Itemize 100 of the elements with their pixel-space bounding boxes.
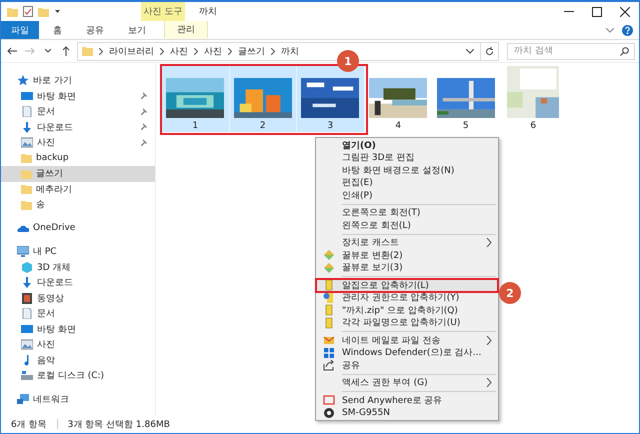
- menu-item[interactable]: 그림판 3D로 편집: [316, 152, 498, 164]
- sidebar-item[interactable]: 메추라기: [1, 182, 155, 197]
- menu-item[interactable]: 네이트 메일로 파일 전송: [316, 334, 498, 346]
- window-title: 까치: [198, 6, 218, 19]
- chevron-right-icon: [228, 48, 232, 54]
- menu-item[interactable]: 관리자 권한으로 압축하기(Y): [316, 292, 498, 304]
- sidebar-item[interactable]: 다운로드: [1, 275, 155, 290]
- pin-icon[interactable]: [139, 108, 147, 116]
- cube-icon: [21, 262, 33, 273]
- download-icon: [21, 277, 33, 288]
- sidebar-item[interactable]: 다운로드: [1, 120, 155, 135]
- menu-item[interactable]: 인쇄(P): [316, 189, 498, 202]
- pin-icon[interactable]: [139, 123, 147, 132]
- menu-item[interactable]: 왼쪽으로 회전(L): [316, 219, 498, 232]
- file-name: 6: [530, 121, 536, 131]
- menu-item[interactable]: 열기(O): [316, 139, 498, 152]
- breadcrumb[interactable]: 라이브러리: [109, 44, 154, 58]
- zip-file-icon: [323, 316, 335, 329]
- sidebar-item[interactable]: 사진: [1, 337, 155, 352]
- sidebar-item[interactable]: 로컬 디스크 (C:): [1, 368, 155, 384]
- breadcrumb[interactable]: 글쓰기: [238, 44, 265, 58]
- folder-icon: [21, 168, 32, 179]
- help-icon[interactable]: [622, 24, 633, 36]
- file-thumbnail[interactable]: 3: [297, 64, 364, 132]
- file-thumbnail[interactable]: 6: [500, 64, 567, 132]
- item-count: 6개 항목: [11, 418, 47, 430]
- menu-item[interactable]: Windows Defender(으)로 검사...: [316, 346, 498, 359]
- sidebar-item[interactable]: backup: [1, 150, 155, 166]
- film-icon: [21, 292, 33, 304]
- chevron-right-icon: [160, 48, 164, 54]
- menu-item[interactable]: 바탕 화면 배경으로 설정(N): [316, 164, 498, 176]
- folder-icon: [21, 184, 32, 194]
- menu-item[interactable]: Send Anywhere로 공유: [316, 394, 498, 406]
- envelope-icon: [323, 334, 335, 346]
- breadcrumb[interactable]: 사진: [204, 44, 222, 58]
- chevron-right-icon: [271, 48, 275, 54]
- sidebar-item[interactable]: 바로 가기: [1, 73, 155, 88]
- sidebar-item[interactable]: 동영상: [1, 290, 155, 306]
- checklist-icon[interactable]: [23, 6, 33, 17]
- file-thumbnail[interactable]: 1: [162, 64, 230, 132]
- menu-item[interactable]: 각각 파일명으로 압축하기(U): [316, 316, 498, 329]
- breadcrumb[interactable]: 사진: [170, 44, 188, 58]
- sidebar-item[interactable]: 바탕 화면: [1, 322, 155, 337]
- folder-icon: [38, 6, 49, 16]
- chevron-right-icon: [99, 48, 103, 54]
- menu-item[interactable]: 꿀뷰로 변환(2): [316, 249, 498, 262]
- menu-item[interactable]: 공유: [316, 359, 498, 372]
- pin-icon[interactable]: [139, 92, 147, 100]
- pin-icon[interactable]: [139, 138, 147, 147]
- zip-file-icon: [323, 279, 335, 292]
- chevron-right-icon: [486, 378, 492, 388]
- sidebar-item[interactable]: 사진: [1, 135, 155, 150]
- folder-icon: [82, 46, 93, 56]
- refresh-icon: [485, 46, 494, 56]
- menu-item[interactable]: 액세스 권한 부여 (G): [316, 376, 498, 389]
- menu-item[interactable]: 편집(E): [316, 176, 498, 189]
- menu-item[interactable]: 장치로 캐스트: [316, 236, 498, 249]
- document-icon: [21, 308, 33, 320]
- menu-item[interactable]: 알집으로 압축하기(L): [316, 279, 498, 292]
- share-icon: [323, 359, 335, 372]
- sidebar-item[interactable]: 내 PC: [1, 244, 155, 260]
- diamond-icon: [323, 262, 335, 274]
- sidebar-item[interactable]: 음악: [1, 352, 155, 368]
- maximize-icon: [592, 6, 602, 16]
- step-marker: 2: [499, 282, 521, 304]
- file-name: 3: [327, 121, 334, 131]
- sidebar-item[interactable]: 바탕 화면: [1, 88, 155, 104]
- sidebar-item[interactable]: 3D 개체: [1, 260, 155, 275]
- dropdown-icon[interactable]: [54, 8, 61, 15]
- sidebar-item[interactable]: 문서: [1, 104, 155, 120]
- sidebar-item[interactable]: OneDrive: [1, 220, 155, 236]
- search-field[interactable]: 까치 검색: [507, 42, 635, 60]
- chevron-right-icon: [486, 238, 492, 248]
- context-tab-header: 사진 도구: [141, 2, 185, 21]
- step-marker: 1: [337, 50, 359, 72]
- menu-item[interactable]: 꿀뷰로 보기(3): [316, 262, 498, 274]
- sidebar-item[interactable]: 문서: [1, 306, 155, 322]
- search-icon: [620, 46, 629, 56]
- shield-icon: [323, 346, 335, 359]
- desktop-icon: [21, 90, 33, 102]
- ribbon-tab[interactable]: 파일: [1, 21, 39, 39]
- folder-icon: [7, 6, 18, 16]
- sidebar-item[interactable]: 송: [1, 197, 155, 212]
- menu-item[interactable]: 오른쪽으로 회전(T): [316, 206, 498, 219]
- menu-item[interactable]: "까치.zip" 으로 압축하기(Q): [316, 304, 498, 316]
- close-icon: [620, 6, 630, 16]
- ribbon-tab[interactable]: 관리: [164, 21, 208, 39]
- menu-item[interactable]: SM-G955N: [316, 406, 498, 419]
- sidebar-item[interactable]: 글쓰기: [1, 166, 155, 182]
- chevron-down-icon[interactable]: [466, 48, 474, 54]
- file-thumbnail[interactable]: 4: [364, 64, 432, 132]
- file-name: 5: [462, 121, 469, 131]
- selection-info: 3개 항목 선택함 1.86MB: [68, 418, 170, 430]
- chevron-right-icon: [486, 336, 492, 345]
- folder-icon: [21, 153, 32, 164]
- breadcrumb[interactable]: 까치: [281, 44, 299, 58]
- document-icon: [21, 106, 33, 118]
- sidebar-item[interactable]: 네트워크: [1, 392, 155, 407]
- file-thumbnail[interactable]: 5: [432, 64, 500, 132]
- file-thumbnail[interactable]: 2: [230, 64, 297, 132]
